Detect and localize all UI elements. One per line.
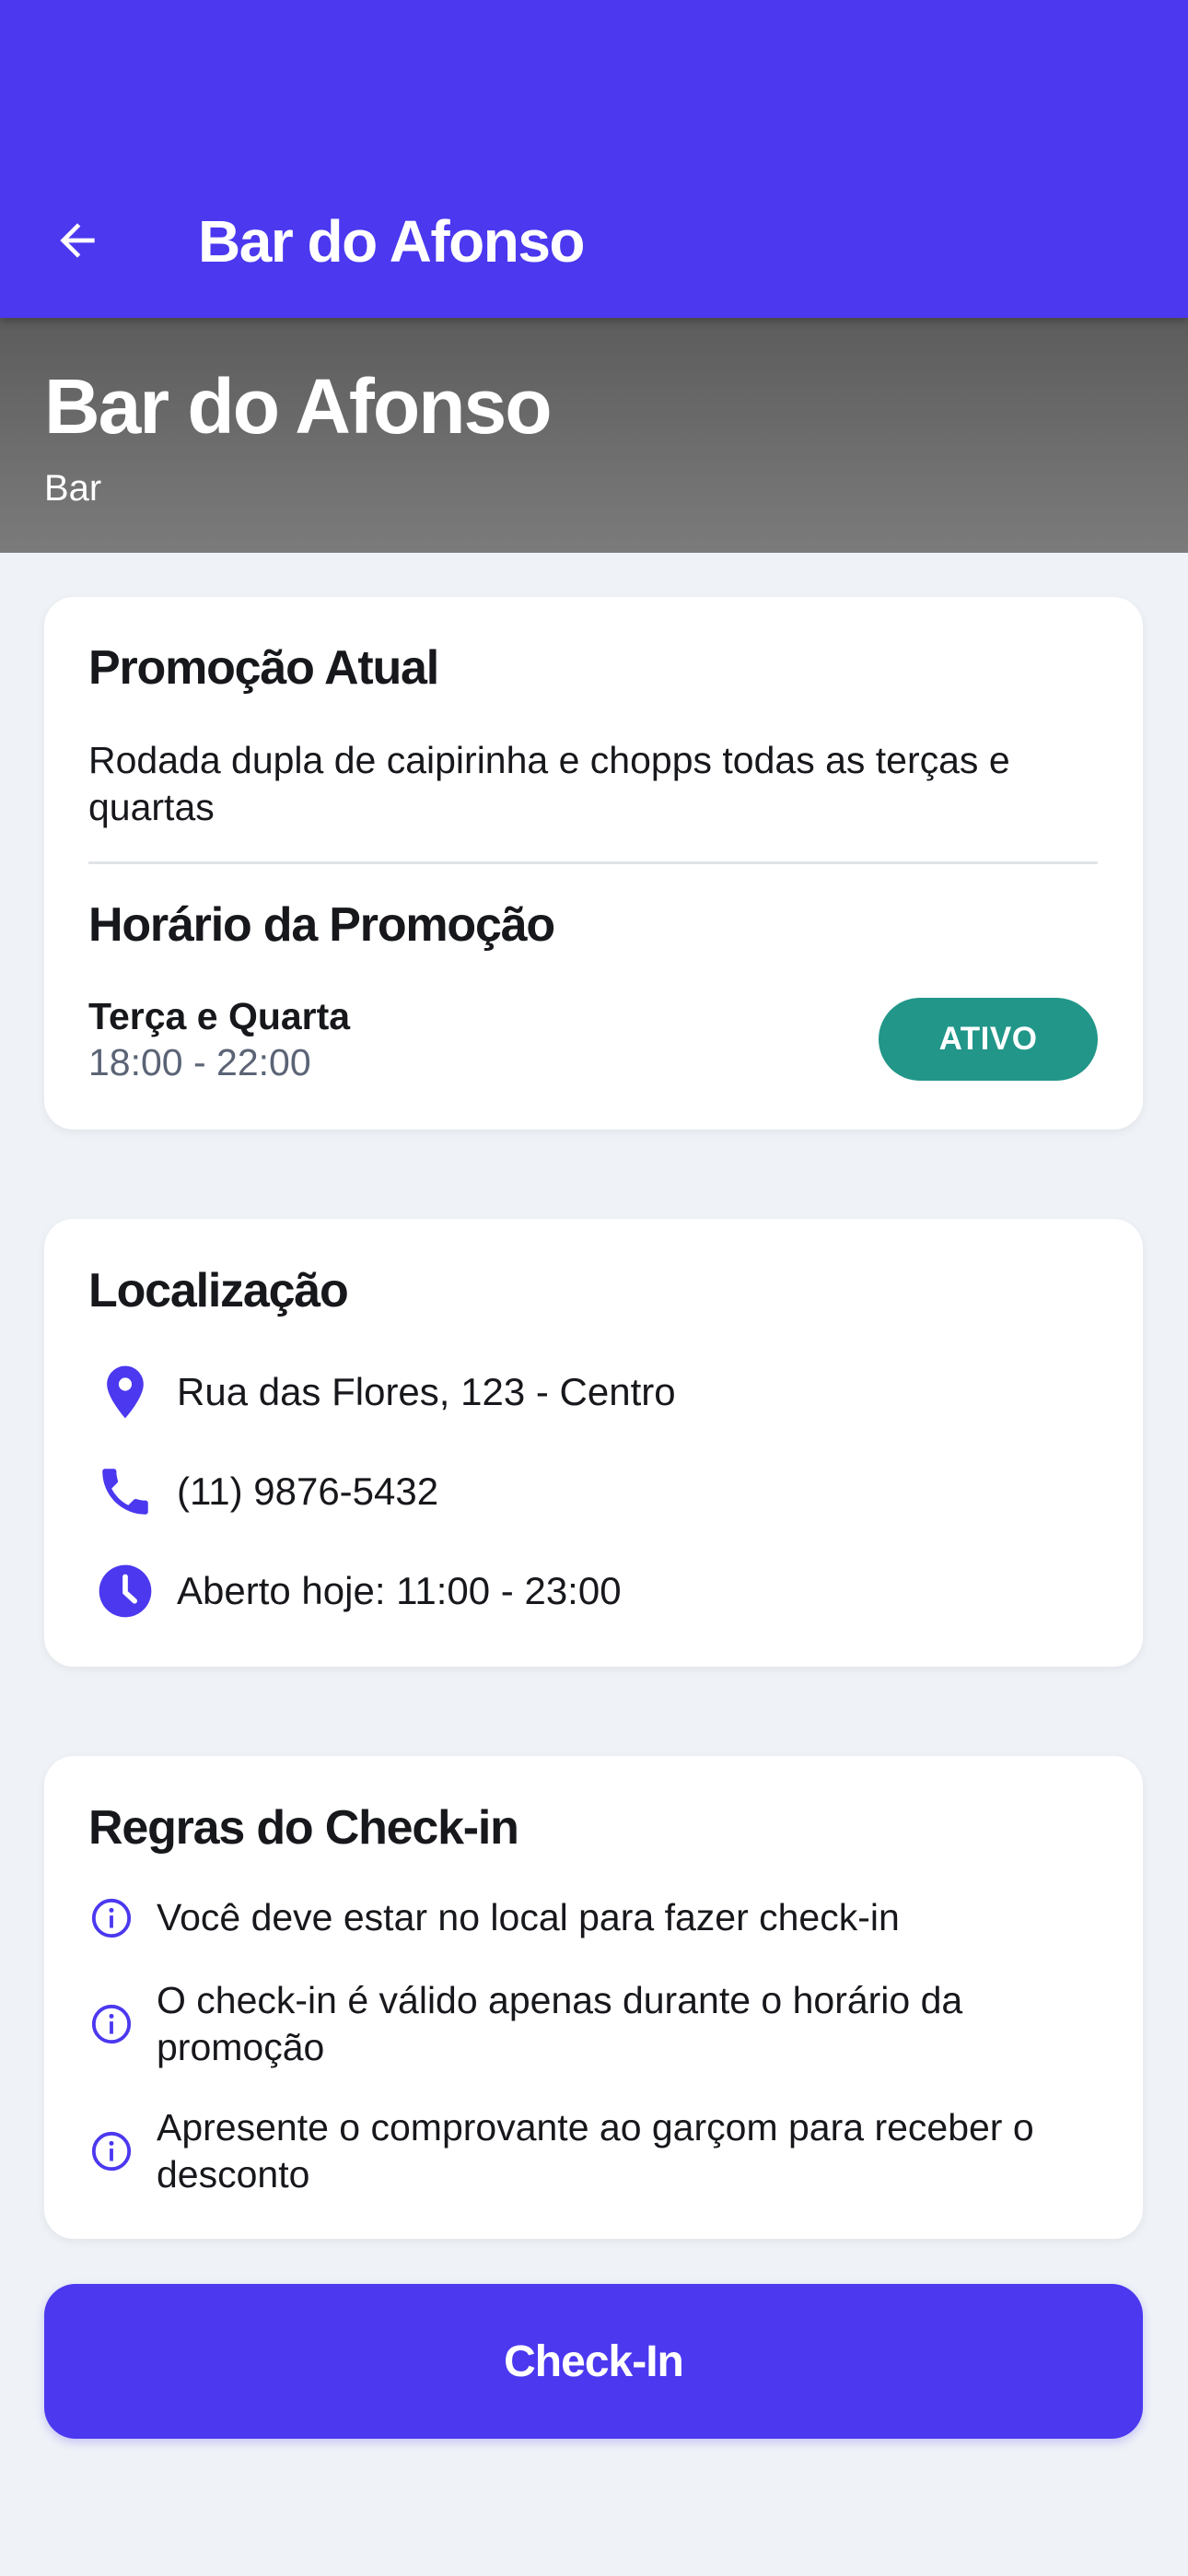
app-bar: Bar do Afonso	[0, 0, 1188, 318]
location-heading: Localização	[88, 1264, 349, 1317]
app-bar-title: Bar do Afonso	[198, 208, 586, 275]
phone-icon	[88, 1455, 162, 1528]
promotion-heading: Promoção Atual	[88, 641, 439, 695]
venue-name: Bar do Afonso	[44, 363, 553, 450]
promotion-description: Rodada dupla de caipirinha e chopps toda…	[88, 739, 1010, 828]
phone-text: (11) 9876-5432	[177, 1469, 439, 1513]
clock-icon	[88, 1554, 162, 1628]
check-in-button[interactable]: Check-In	[44, 2284, 1143, 2439]
rule-item: Você deve estar no local para fazer chec…	[88, 1894, 1111, 1941]
schedule-days: Terça e Quarta	[88, 995, 351, 1037]
phone-row[interactable]: (11) 9876-5432	[88, 1455, 1101, 1528]
status-badge: ATIVO	[879, 998, 1098, 1081]
info-icon	[88, 1895, 134, 1941]
rule-text: Você deve estar no local para fazer chec…	[157, 1896, 900, 1938]
info-icon	[88, 2001, 134, 2047]
location-card: Localização Rua das Flores, 123 - Centro…	[44, 1219, 1143, 1667]
schedule-time: 18:00 - 22:00	[88, 1041, 311, 1083]
rule-item: O check-in é válido apenas durante o hor…	[88, 1977, 1111, 2071]
rules-card: Regras do Check-in Você deve estar no lo…	[44, 1756, 1143, 2239]
hours-text: Aberto hoje: 11:00 - 23:00	[177, 1569, 622, 1612]
location-pin-icon	[88, 1355, 162, 1429]
rule-text: O check-in é válido apenas durante o hor…	[157, 1979, 963, 2068]
address-row: Rua das Flores, 123 - Centro	[88, 1355, 1101, 1429]
rules-heading: Regras do Check-in	[88, 1801, 519, 1855]
rule-text: Apresente o comprovante ao garçom para r…	[157, 2106, 1034, 2195]
promotion-card: Promoção Atual Rodada dupla de caipirinh…	[44, 597, 1143, 1130]
venue-hero: Bar do Afonso Bar	[0, 318, 1188, 553]
schedule-heading: Horário da Promoção	[88, 898, 555, 952]
hours-row: Aberto hoje: 11:00 - 23:00	[88, 1554, 1101, 1628]
info-icon	[88, 2128, 134, 2174]
rule-item: Apresente o comprovante ao garçom para r…	[88, 2104, 1111, 2198]
divider	[88, 861, 1098, 864]
back-button[interactable]	[44, 201, 111, 280]
address-text: Rua das Flores, 123 - Centro	[177, 1370, 676, 1413]
arrow-left-icon	[60, 223, 95, 258]
venue-category: Bar	[44, 468, 102, 509]
